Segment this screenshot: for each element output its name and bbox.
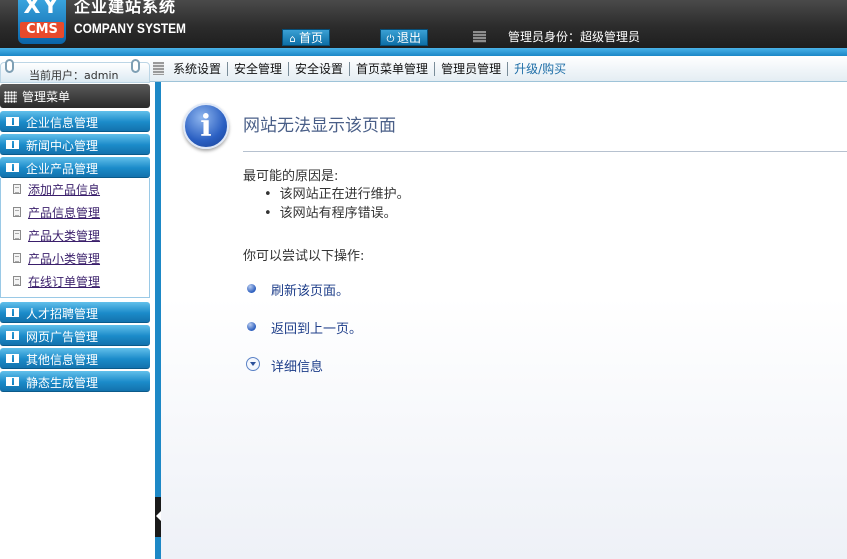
home-icon: ⌂ (289, 34, 296, 45)
submenu-item-online-orders[interactable]: 在线订单管理 (1, 270, 149, 293)
submenu-item-label[interactable]: 产品小类管理 (28, 250, 100, 267)
menu-header: 管理菜单 (0, 84, 150, 108)
list-grip-icon (473, 31, 486, 43)
bullet-icon (247, 284, 256, 293)
list-icon (6, 117, 19, 126)
submenu-item-product-subcategory[interactable]: 产品小类管理 (1, 247, 149, 270)
header-blue-band (0, 48, 847, 56)
menu-group-web-ads[interactable]: 网页广告管理 (0, 325, 150, 346)
menu-group-label: 新闻中心管理 (26, 139, 99, 153)
menu-group-products[interactable]: 企业产品管理 (0, 157, 150, 178)
actions-intro: 你可以尝试以下操作: (243, 249, 365, 264)
home-button[interactable]: ⌂ 首页 (282, 29, 330, 46)
current-user-text: 当前用户：admin (29, 69, 119, 82)
list-icon (6, 308, 19, 317)
binder-ring-icon (131, 59, 140, 73)
menu-group-other-info[interactable]: 其他信息管理 (0, 348, 150, 369)
main-content: i 网站无法显示该页面 最可能的原因是: 该网站正在进行维护。 该网站有程序错误… (161, 83, 847, 559)
menu-group-label: 网页广告管理 (26, 330, 99, 344)
reasons-list: 该网站正在进行维护。 该网站有程序错误。 (267, 185, 410, 223)
tab-upgrade-purchase[interactable]: 升级/购买 (507, 62, 572, 76)
document-icon (13, 230, 21, 240)
list-icon (6, 140, 19, 149)
product-submenu: 添加产品信息 产品信息管理 产品大类管理 产品小类管理 在线订单管理 (0, 178, 150, 298)
home-button-label: 首页 (299, 31, 324, 45)
tab-security-management[interactable]: 安全管理 (227, 62, 288, 76)
submenu-item-add-product[interactable]: 添加产品信息 (1, 178, 149, 201)
logo-cms-text: CMS (20, 22, 64, 38)
binder-ring-icon (5, 59, 14, 73)
document-icon (13, 253, 21, 263)
dots-grid-icon (4, 91, 17, 103)
brand-english-title: COMPANY SYSTEM (74, 20, 186, 36)
reasons-intro: 最可能的原因是: (243, 169, 339, 184)
menu-group-label: 企业信息管理 (26, 116, 99, 130)
document-icon (13, 184, 21, 194)
submenu-item-label[interactable]: 产品大类管理 (28, 227, 100, 244)
nav-tabs: 系统设置 安全管理 安全设置 首页菜单管理 管理员管理 升级/购买 (168, 56, 572, 82)
list-item: 该网站有程序错误。 (267, 204, 410, 223)
top-header: XY CMS 企业建站系统 COMPANY SYSTEM ⌂ 首页 ⏻ 退出 管理员… (0, 0, 847, 48)
submenu-item-label[interactable]: 产品信息管理 (28, 204, 100, 221)
document-icon (13, 207, 21, 217)
submenu-item-label[interactable]: 添加产品信息 (28, 181, 100, 198)
logo-xy-text: XY (23, 0, 61, 19)
tab-admin-management[interactable]: 管理员管理 (434, 62, 507, 76)
document-icon (13, 276, 21, 286)
nav-grip-icon (153, 62, 164, 75)
list-icon (6, 163, 19, 172)
sidebar: 当前用户：admin 管理菜单 企业信息管理 新闻中心管理 企业产品管理 添加产… (0, 56, 150, 559)
list-icon (6, 377, 19, 386)
bullet-icon (247, 322, 256, 331)
xycms-logo: XY CMS (18, 0, 66, 44)
top-nav-bar: 系统设置 安全管理 安全设置 首页菜单管理 管理员管理 升级/购买 (150, 56, 847, 82)
list-item: 该网站正在进行维护。 (267, 185, 410, 204)
tab-security-settings[interactable]: 安全设置 (288, 62, 349, 76)
menu-group-label: 人才招聘管理 (26, 307, 99, 321)
tab-system-settings[interactable]: 系统设置 (168, 62, 227, 76)
chevron-down-icon[interactable] (246, 357, 260, 371)
logout-button-label: 退出 (397, 31, 422, 45)
menu-group-label: 静态生成管理 (26, 376, 99, 390)
back-link[interactable]: 返回到上一页。 (271, 318, 362, 337)
submenu-item-product-category[interactable]: 产品大类管理 (1, 224, 149, 247)
admin-identity-text: 管理员身份：超级管理员 (508, 30, 641, 44)
logout-button[interactable]: ⏻ 退出 (380, 29, 428, 46)
error-title: 网站无法显示该页面 (243, 116, 396, 136)
menu-group-news[interactable]: 新闻中心管理 (0, 134, 150, 155)
current-user-panel: 当前用户：admin (0, 59, 150, 83)
brand-chinese-title: 企业建站系统 (74, 0, 177, 16)
submenu-item-label[interactable]: 在线订单管理 (28, 273, 100, 290)
menu-group-static-generation[interactable]: 静态生成管理 (0, 371, 150, 392)
refresh-link[interactable]: 刷新该页面。 (271, 280, 349, 299)
power-icon: ⏻ (386, 34, 395, 45)
menu-group-label: 企业产品管理 (26, 162, 99, 176)
list-icon (6, 354, 19, 363)
menu-group-recruitment[interactable]: 人才招聘管理 (0, 302, 150, 323)
info-icon: i (183, 103, 229, 149)
menu-header-label: 管理菜单 (22, 90, 71, 104)
menu-group-label: 其他信息管理 (26, 353, 99, 367)
list-icon (6, 331, 19, 340)
menu-group-company-info[interactable]: 企业信息管理 (0, 111, 150, 132)
tab-home-menu-management[interactable]: 首页菜单管理 (349, 62, 434, 76)
submenu-item-product-info[interactable]: 产品信息管理 (1, 201, 149, 224)
title-divider (243, 151, 847, 152)
details-link[interactable]: 详细信息 (271, 356, 323, 375)
